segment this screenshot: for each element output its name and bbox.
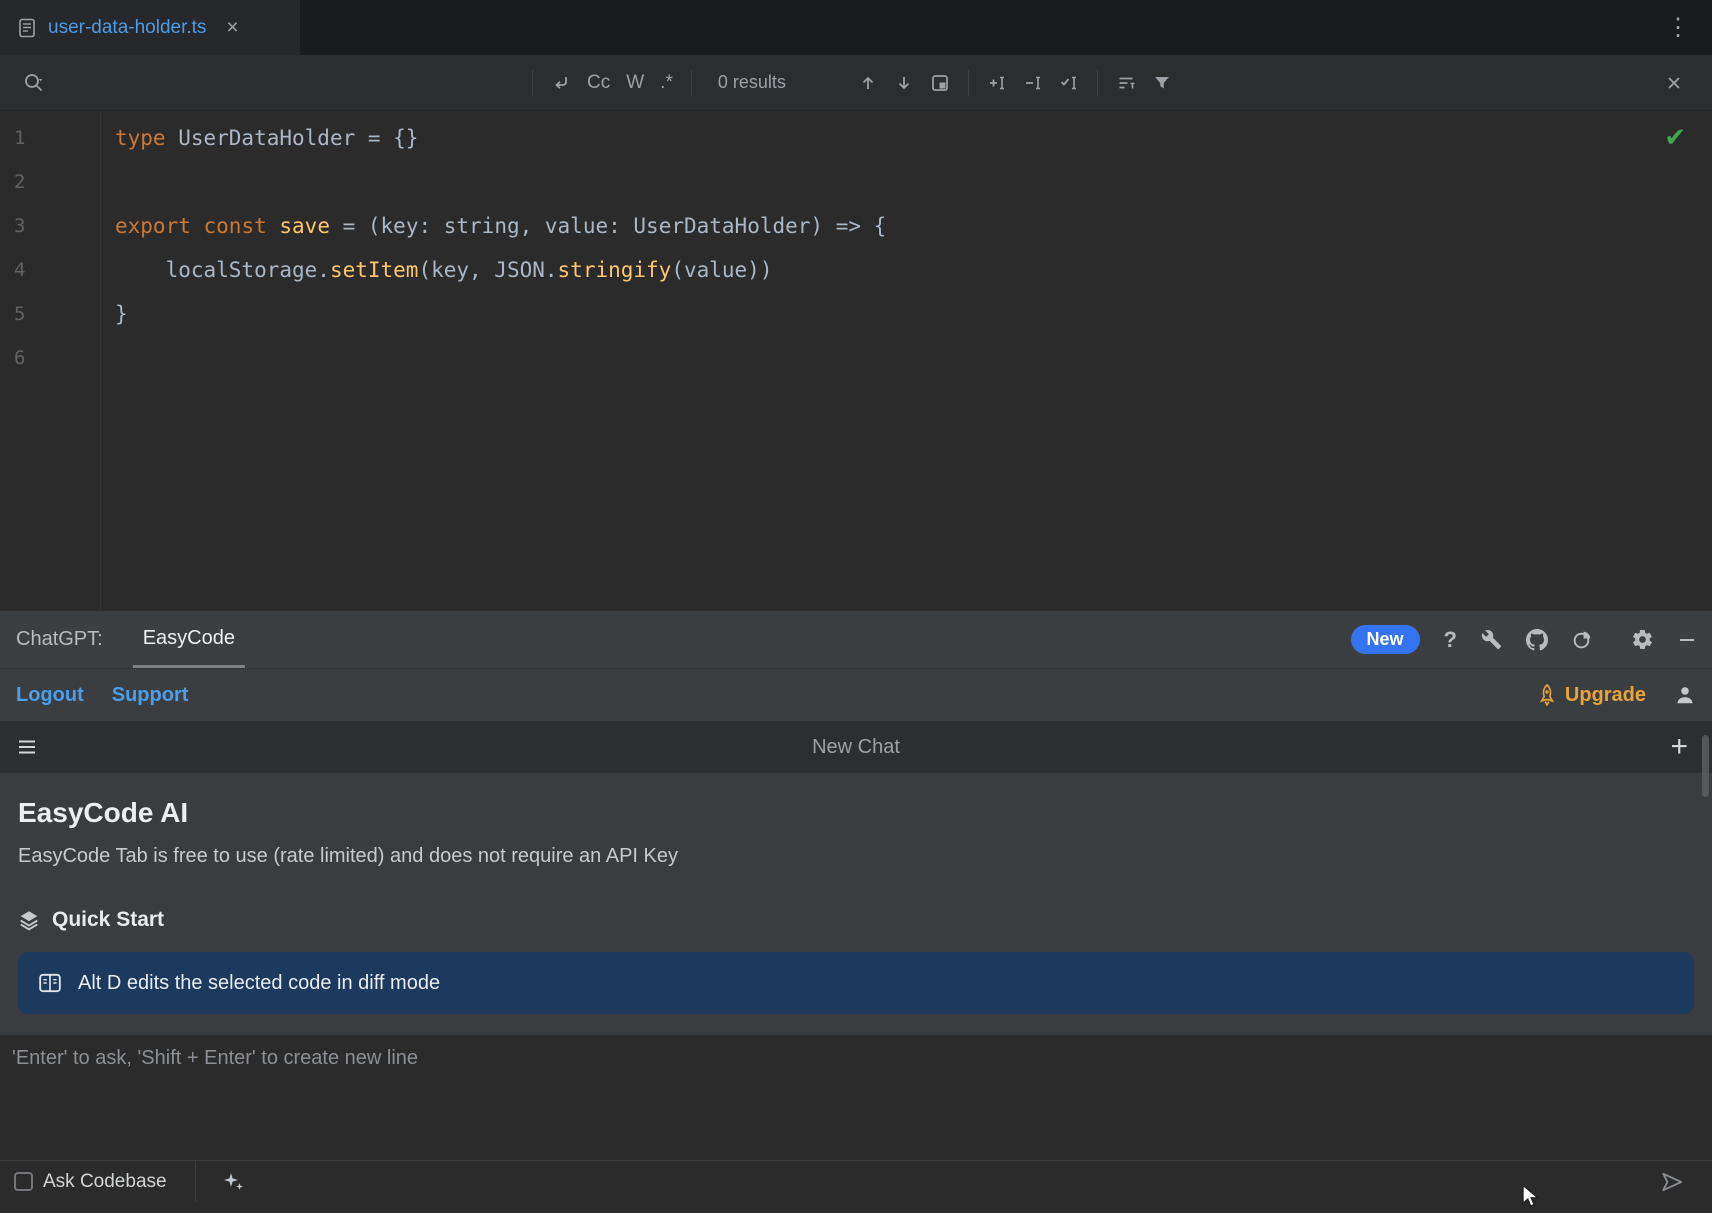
rocket-icon: [1537, 684, 1557, 706]
find-bar: Cc W .* 0 results: [0, 55, 1712, 111]
code-lines: 1type UserDataHolder = {}23export const …: [0, 116, 1712, 380]
layers-icon: [18, 909, 40, 931]
select-all-occurrences-icon[interactable]: [1051, 65, 1087, 101]
search-results-count: 0 results: [718, 72, 786, 93]
remove-occurrence-icon[interactable]: [1015, 65, 1051, 101]
minimize-icon[interactable]: [1678, 631, 1696, 649]
whole-words-toggle[interactable]: W: [618, 65, 652, 101]
ask-codebase-label: Ask Codebase: [43, 1171, 167, 1193]
tab-user-data-holder[interactable]: user-data-holder.ts ×: [0, 0, 300, 55]
line-number: 4: [0, 248, 100, 292]
line-text: type UserDataHolder = {}: [100, 116, 418, 160]
tab-close-icon[interactable]: ×: [226, 17, 238, 38]
account-right: Upgrade: [1531, 683, 1696, 708]
chat-header-icons: New ?: [1351, 625, 1696, 654]
chat-content: EasyCode AI EasyCode Tab is free to use …: [0, 773, 1712, 1035]
upgrade-label: Upgrade: [1565, 684, 1646, 707]
line-number: 2: [0, 160, 100, 204]
code-line[interactable]: 1type UserDataHolder = {}: [0, 116, 1712, 160]
gutter-separator: [100, 111, 101, 611]
inspections-ok-icon[interactable]: ✔: [1658, 123, 1692, 151]
close-search-icon[interactable]: [1656, 65, 1692, 101]
new-chat-plus-icon[interactable]: +: [1664, 731, 1694, 763]
send-icon[interactable]: [1660, 1170, 1684, 1194]
gear-icon[interactable]: [1631, 628, 1654, 651]
chat-title: New Chat: [812, 736, 900, 759]
divider: [1097, 70, 1098, 96]
match-case-toggle[interactable]: Cc: [579, 65, 618, 101]
divider: [532, 70, 533, 96]
divider: [195, 1161, 196, 1202]
divider: [691, 70, 692, 96]
line-text: [100, 336, 115, 380]
newline-icon[interactable]: [543, 65, 579, 101]
prompt-input-area: [0, 1035, 1712, 1160]
usage-icon[interactable]: [1572, 629, 1593, 650]
line-text: }: [100, 292, 128, 336]
line-text: export const save = (key: string, value:…: [100, 204, 886, 248]
code-line[interactable]: 4 localStorage.setItem(key, JSON.stringi…: [0, 248, 1712, 292]
sparkle-icon[interactable]: [222, 1170, 246, 1194]
upgrade-button[interactable]: Upgrade: [1531, 683, 1652, 708]
intro-subtitle: EasyCode Tab is free to use (rate limite…: [18, 845, 1694, 868]
chat-toolbar: New Chat +: [0, 721, 1712, 773]
add-occurrence-icon[interactable]: [979, 65, 1015, 101]
help-icon[interactable]: ?: [1444, 627, 1457, 653]
regex-toggle[interactable]: .*: [652, 65, 681, 101]
user-icon[interactable]: [1674, 684, 1696, 706]
chatgpt-label: ChatGPT:: [16, 628, 103, 651]
ask-codebase-checkbox[interactable]: [14, 1172, 33, 1191]
quick-start-tip-text: Alt D edits the selected code in diff mo…: [78, 972, 440, 995]
quick-start-heading: Quick Start: [18, 908, 1694, 932]
prompt-input[interactable]: [0, 1035, 1712, 1160]
typescript-file-icon: [18, 18, 36, 38]
ide-window: user-data-holder.ts × ⋮ Cc W .* 0 result…: [0, 0, 1712, 1202]
intro-title: EasyCode AI: [18, 797, 1694, 829]
search-options-icon[interactable]: [1108, 65, 1144, 101]
support-link[interactable]: Support: [112, 684, 189, 707]
account-bar: Logout Support Upgrade: [0, 668, 1712, 721]
previous-occurrence-icon[interactable]: [850, 65, 886, 101]
tab-title: user-data-holder.ts: [48, 17, 206, 39]
chat-bottom-bar: Ask Codebase: [0, 1160, 1712, 1202]
line-number: 1: [0, 116, 100, 160]
quick-start-label: Quick Start: [52, 908, 164, 932]
open-results-icon[interactable]: [922, 65, 958, 101]
code-line[interactable]: 3export const save = (key: string, value…: [0, 204, 1712, 248]
github-icon[interactable]: [1526, 629, 1548, 651]
search-icon[interactable]: [16, 65, 52, 101]
line-number: 5: [0, 292, 100, 336]
chat-scrollbar-thumb[interactable]: [1702, 735, 1709, 797]
hamburger-menu-icon[interactable]: [16, 736, 38, 758]
quick-start-tip-card: Alt D edits the selected code in diff mo…: [18, 952, 1694, 1014]
code-line[interactable]: 5}: [0, 292, 1712, 336]
editor-tab-bar: user-data-holder.ts × ⋮: [0, 0, 1712, 55]
code-line[interactable]: 6: [0, 336, 1712, 380]
line-text: localStorage.setItem(key, JSON.stringify…: [100, 248, 772, 292]
line-number: 6: [0, 336, 100, 380]
code-editor[interactable]: 1type UserDataHolder = {}23export const …: [0, 111, 1712, 611]
more-options-icon[interactable]: ⋮: [1660, 12, 1696, 43]
tab-easycode[interactable]: EasyCode: [133, 611, 245, 668]
divider: [968, 70, 969, 96]
code-line[interactable]: 2: [0, 160, 1712, 204]
diff-mode-icon: [38, 971, 62, 995]
filter-icon[interactable]: [1144, 65, 1180, 101]
new-badge[interactable]: New: [1351, 625, 1420, 654]
line-text: [100, 160, 115, 204]
wrench-icon[interactable]: [1481, 629, 1502, 650]
line-number: 3: [0, 204, 100, 248]
next-occurrence-icon[interactable]: [886, 65, 922, 101]
logout-link[interactable]: Logout: [16, 684, 84, 707]
search-input[interactable]: [52, 66, 522, 100]
chat-panel-header: ChatGPT: EasyCode New ?: [0, 611, 1712, 668]
